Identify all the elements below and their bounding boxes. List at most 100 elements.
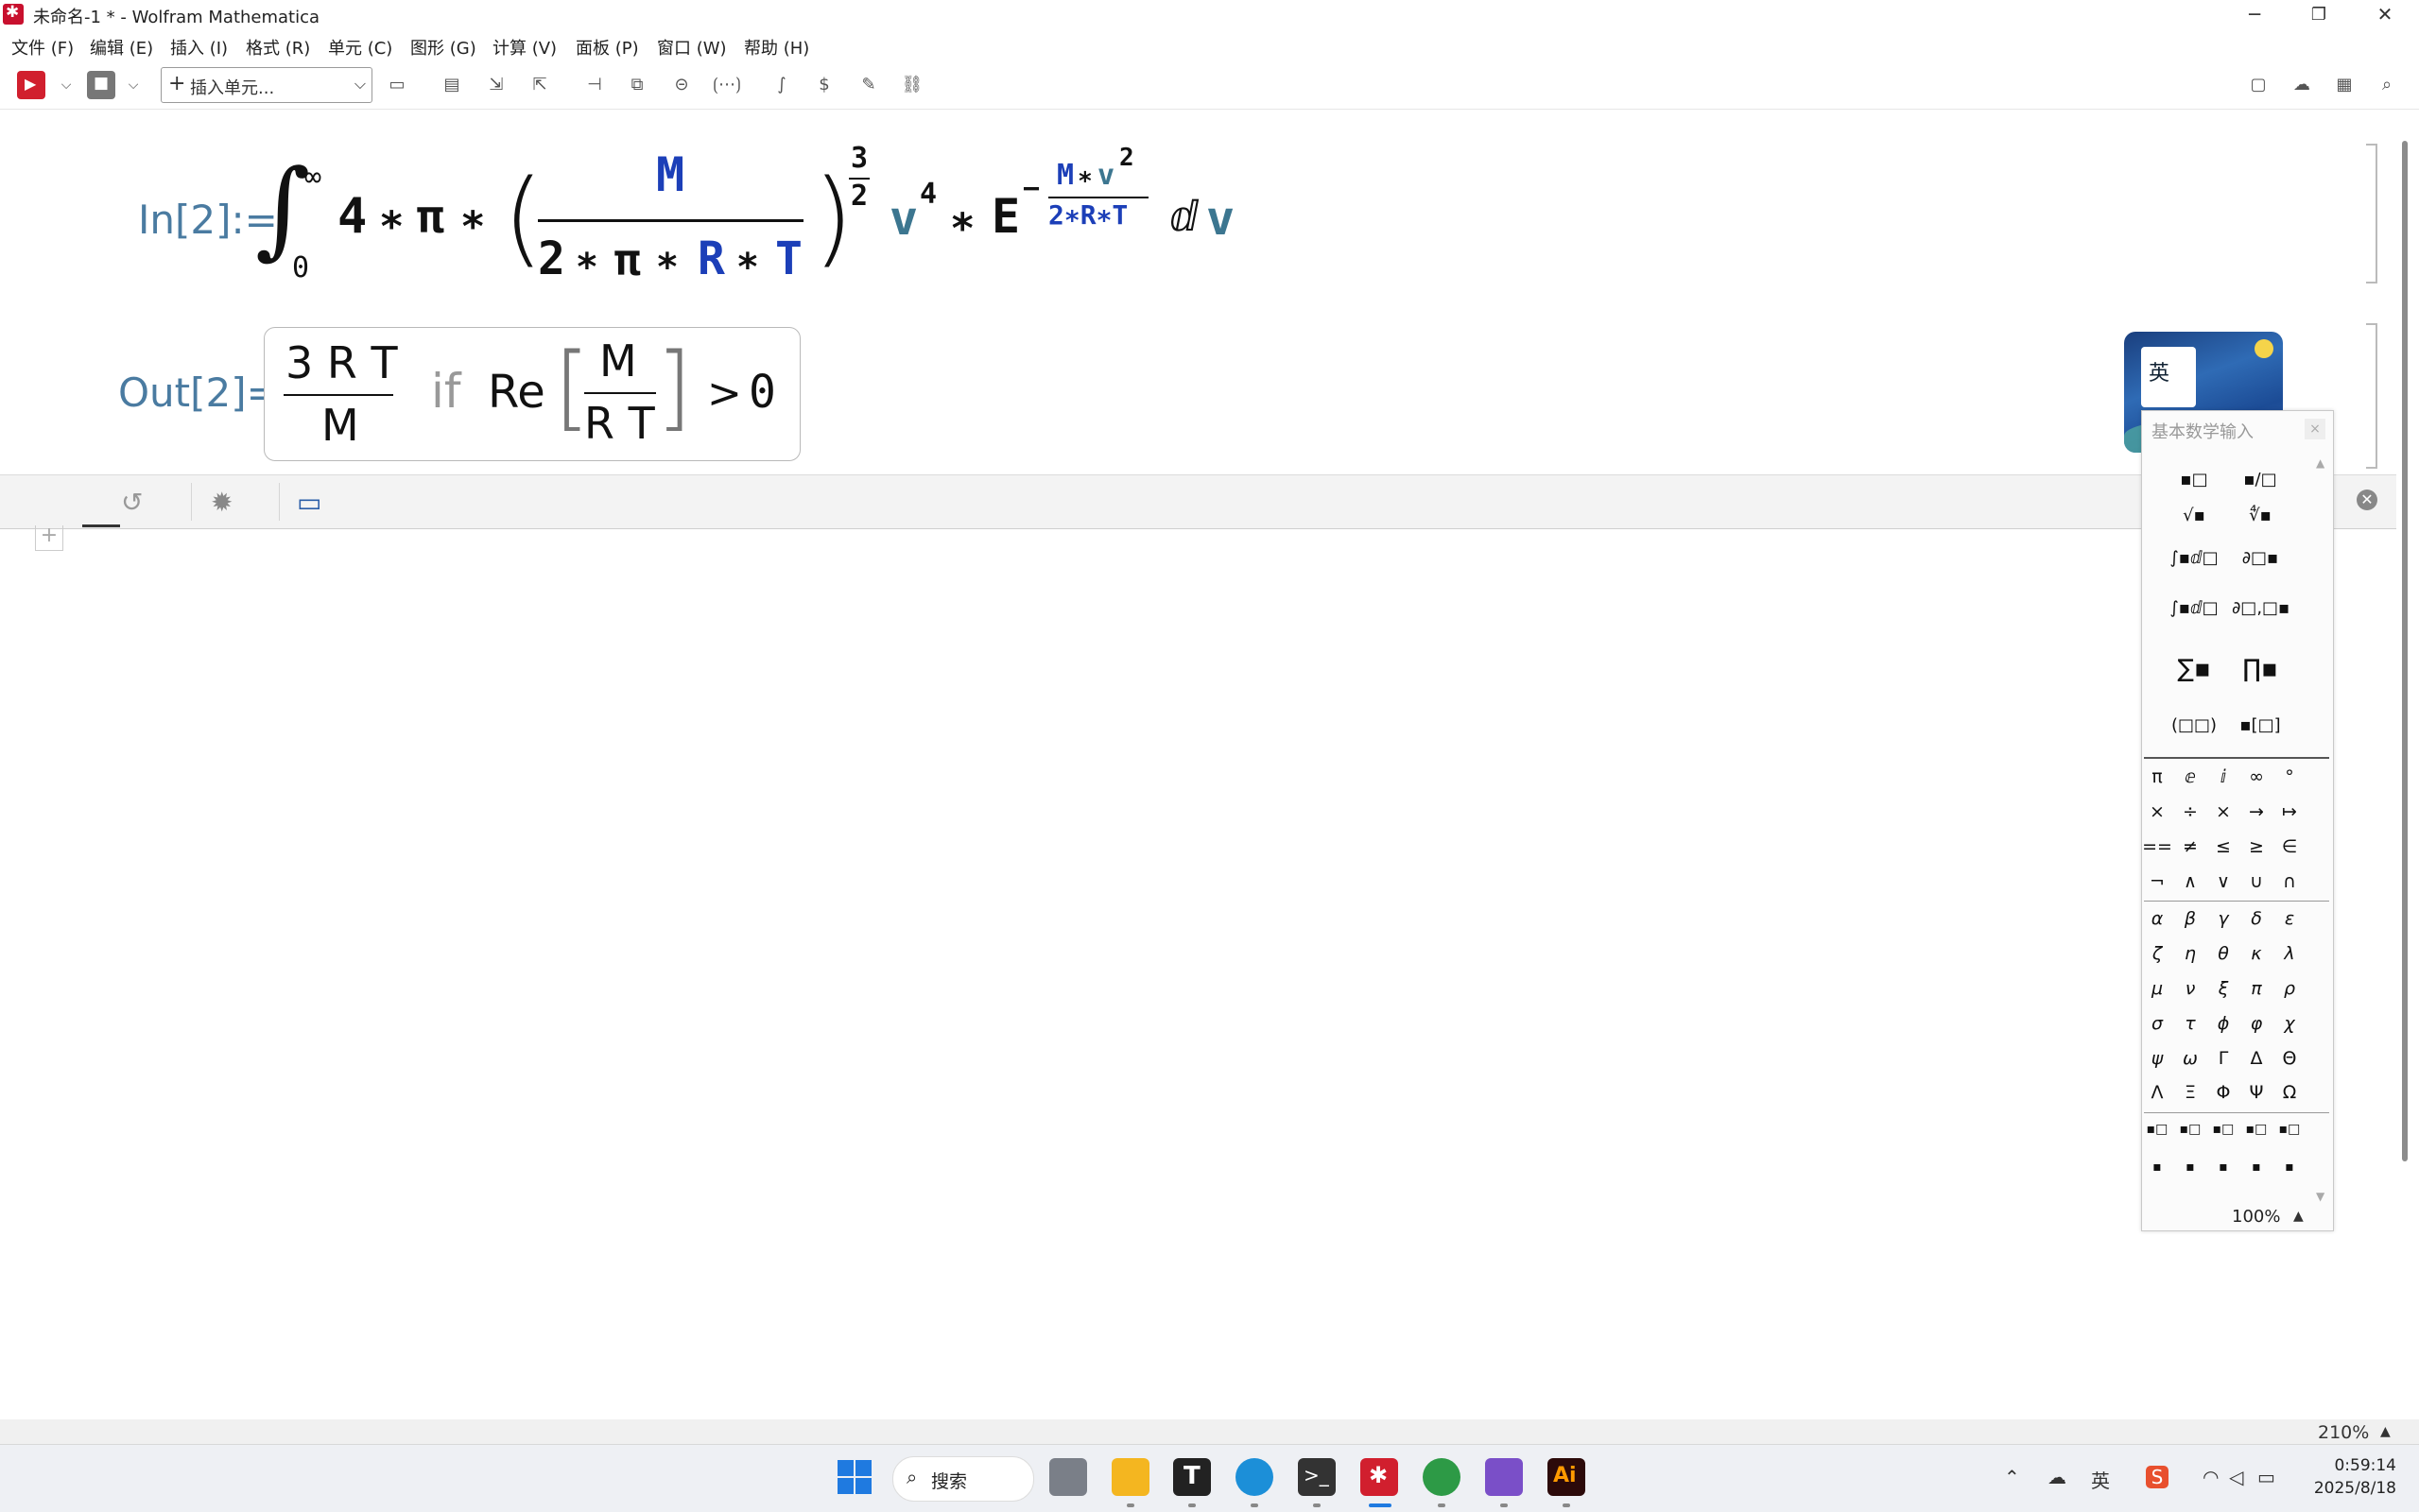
evaluate-icon[interactable] bbox=[17, 71, 45, 99]
ellipsis-icon[interactable]: ⊝ bbox=[667, 71, 696, 99]
palette-greek-letter[interactable]: δ bbox=[2241, 908, 2272, 929]
palette-greek-letter[interactable]: ω bbox=[2175, 1048, 2205, 1069]
wifi-icon[interactable]: ◠ bbox=[2203, 1466, 2219, 1488]
palette-greek-letter[interactable]: η bbox=[2175, 943, 2205, 964]
placeholder-icon[interactable]: ⟮⋯⟯ bbox=[711, 71, 743, 99]
taskbar-search-box[interactable]: ⌕ 搜索 bbox=[892, 1456, 1034, 1502]
comment-icon[interactable]: ▢ bbox=[2244, 71, 2272, 99]
palette-subscript-template[interactable]: ▪□ bbox=[2241, 1122, 2272, 1137]
notebook-vertical-scrollbar[interactable] bbox=[2402, 141, 2408, 1161]
evaluate-in-icon[interactable]: ⇲ bbox=[482, 71, 510, 99]
palette-overscript-template[interactable]: ▪ bbox=[2175, 1160, 2205, 1175]
palette-overscript-template[interactable]: ▪ bbox=[2208, 1160, 2238, 1175]
menu-help[interactable]: 帮助 (H) bbox=[744, 35, 809, 60]
palette-symbol[interactable]: ∨ bbox=[2208, 871, 2238, 892]
palette-greek-letter[interactable]: Ξ bbox=[2175, 1082, 2205, 1103]
close-cellbar-icon[interactable]: ✕ bbox=[2357, 490, 2377, 510]
palette-greek-letter[interactable]: Λ bbox=[2142, 1082, 2172, 1103]
palette-greek-letter[interactable]: ν bbox=[2175, 978, 2205, 999]
palette-symbol[interactable]: ⅈ bbox=[2208, 766, 2238, 787]
close-window-button[interactable]: ✕ bbox=[2352, 0, 2418, 29]
output-result-box[interactable]: 3 R T M if Re [ M R T ] > 0 bbox=[264, 327, 801, 461]
palette-greek-letter[interactable]: μ bbox=[2142, 978, 2172, 999]
menu-format[interactable]: 格式 (R) bbox=[246, 35, 310, 60]
menu-insert[interactable]: 插入 (I) bbox=[170, 35, 228, 60]
chevron-down-icon[interactable]: ⌵ bbox=[57, 71, 76, 99]
palette-overscript-template[interactable]: ▪ bbox=[2142, 1160, 2172, 1175]
clion-icon[interactable] bbox=[1423, 1458, 1460, 1496]
menu-file[interactable]: 文件 (F) bbox=[11, 35, 74, 60]
mathematica-app-icon[interactable] bbox=[3, 3, 24, 25]
palette-close-button[interactable]: × bbox=[2305, 419, 2325, 439]
palette-subscript-template[interactable]: ▪□ bbox=[2208, 1122, 2238, 1137]
palette-greek-letter[interactable]: λ bbox=[2274, 943, 2305, 964]
palette-product-template[interactable]: ∏▪ bbox=[2232, 655, 2289, 683]
palette-symbol[interactable]: ÷ bbox=[2175, 801, 2205, 822]
link-icon[interactable]: ⛓ bbox=[898, 71, 926, 99]
menu-window[interactable]: 窗口 (W) bbox=[657, 35, 727, 60]
palette-greek-letter[interactable]: Θ bbox=[2274, 1048, 2305, 1069]
palette-sqrt-template[interactable]: √▪ bbox=[2166, 506, 2222, 525]
minimize-button[interactable]: ─ bbox=[2221, 0, 2288, 29]
palette-symbol[interactable]: ∞ bbox=[2241, 766, 2272, 787]
palette-symbol[interactable]: → bbox=[2241, 801, 2272, 822]
palette-symbol[interactable]: × bbox=[2208, 801, 2238, 822]
palette-symbol[interactable]: × bbox=[2142, 801, 2172, 822]
palette-scrollbar[interactable]: ▲ ▼ bbox=[2316, 456, 2327, 1203]
palette-greek-letter[interactable]: ξ bbox=[2208, 978, 2238, 999]
cloud-upload-icon[interactable]: ☁ bbox=[2288, 71, 2316, 99]
palette-symbol[interactable]: ≠ bbox=[2175, 836, 2205, 857]
chevron-down-icon[interactable]: ⌵ bbox=[124, 71, 143, 99]
menu-evaluation[interactable]: 计算 (V) bbox=[492, 35, 557, 60]
palette-zoom-level[interactable]: 100% bbox=[2232, 1207, 2280, 1227]
palette-greek-letter[interactable]: φ bbox=[2241, 1013, 2272, 1034]
palette-greek-letter[interactable]: τ bbox=[2175, 1013, 2205, 1034]
notebook-zoom-level[interactable]: 210% bbox=[2318, 1422, 2369, 1443]
zoom-up-icon[interactable]: ▲ bbox=[2293, 1209, 2304, 1224]
chevron-up-icon[interactable]: ⌃ bbox=[2004, 1466, 2020, 1488]
system-clock[interactable]: 0:59:14 2025/8/18 bbox=[2311, 1454, 2396, 1500]
ime-indicator[interactable]: 英 bbox=[2091, 1466, 2110, 1493]
palette-greek-letter[interactable]: σ bbox=[2142, 1013, 2172, 1034]
cell-group-icon[interactable]: ▤ bbox=[438, 71, 466, 99]
palette-greek-letter[interactable]: ζ bbox=[2142, 943, 2172, 964]
palette-greek-letter[interactable]: ψ bbox=[2142, 1048, 2172, 1069]
palette-greek-letter[interactable]: ρ bbox=[2274, 978, 2305, 999]
output-cell-bracket[interactable] bbox=[2366, 323, 2377, 469]
edge-browser-icon[interactable] bbox=[1235, 1458, 1273, 1496]
menu-palettes[interactable]: 面板 (P) bbox=[576, 35, 639, 60]
scroll-up-icon[interactable]: ▲ bbox=[2316, 456, 2324, 470]
add-cell-button[interactable]: + bbox=[35, 525, 63, 551]
menu-edit[interactable]: 编辑 (E) bbox=[90, 35, 153, 60]
palette-greek-letter[interactable]: α bbox=[2142, 908, 2172, 929]
history-icon[interactable]: ↺ bbox=[121, 487, 143, 518]
palette-superscript-template[interactable]: ▪□ bbox=[2166, 470, 2222, 490]
volume-icon[interactable]: ◁ bbox=[2229, 1466, 2243, 1488]
palette-mixed-partial-template[interactable]: ∂□,□▪ bbox=[2232, 598, 2289, 618]
palette-greek-letter[interactable]: Ω bbox=[2274, 1082, 2305, 1103]
zoom-menu-icon[interactable]: ▲ bbox=[2380, 1424, 2391, 1439]
gear-icon[interactable]: ✹ bbox=[211, 487, 233, 518]
palette-matrix-template[interactable]: (□□) bbox=[2166, 715, 2222, 735]
menu-graphics[interactable]: 图形 (G) bbox=[410, 35, 476, 60]
search-icon[interactable]: ⌕ bbox=[2373, 71, 2401, 99]
menu-cell[interactable]: 单元 (C) bbox=[328, 35, 392, 60]
palette-definite-integral-template[interactable]: ∫▪ⅆ□ bbox=[2166, 598, 2222, 618]
palette-greek-letter[interactable]: π bbox=[2241, 978, 2272, 999]
tex-input-icon[interactable]: $ bbox=[810, 71, 838, 99]
copy-cell-icon[interactable]: ⧉ bbox=[623, 71, 651, 99]
palette-subscript-template[interactable]: ▪□ bbox=[2274, 1122, 2305, 1137]
palette-greek-letter[interactable]: κ bbox=[2241, 943, 2272, 964]
cell-bracket-icon[interactable]: ▭ bbox=[383, 71, 411, 99]
math-input-icon[interactable]: ∫ bbox=[768, 71, 796, 99]
palette-symbol[interactable]: ≥ bbox=[2241, 836, 2272, 857]
palette-greek-letter[interactable]: Φ bbox=[2208, 1082, 2238, 1103]
palette-symbol[interactable]: ↦ bbox=[2274, 801, 2305, 822]
palette-greek-letter[interactable]: ε bbox=[2274, 908, 2305, 929]
palette-symbol[interactable]: == bbox=[2142, 836, 2172, 857]
task-view-icon[interactable] bbox=[1049, 1458, 1087, 1496]
palette-symbol[interactable]: ¬ bbox=[2142, 871, 2172, 892]
palette-function-template[interactable]: ▪[□] bbox=[2232, 715, 2289, 735]
palette-greek-letter[interactable]: β bbox=[2175, 908, 2205, 929]
terminal-icon[interactable]: >_ bbox=[1298, 1458, 1336, 1496]
